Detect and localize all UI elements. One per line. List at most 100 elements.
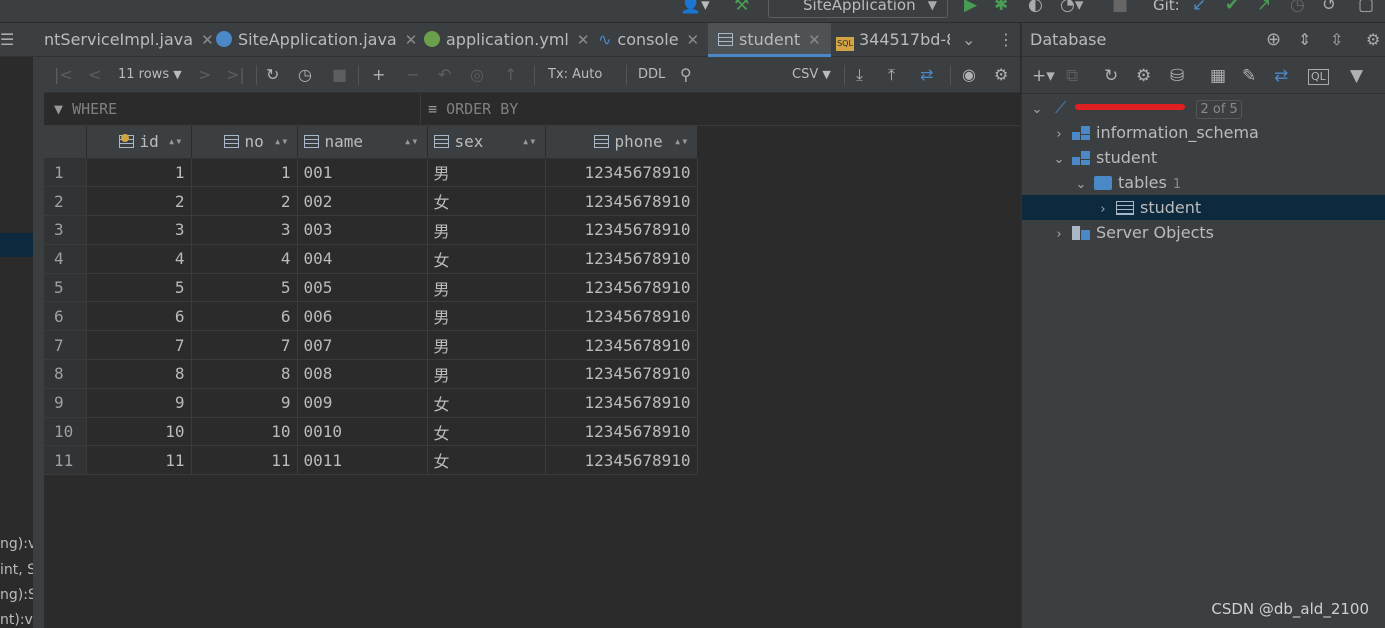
tree-item-server-objects[interactable]: › Server Objects	[1022, 220, 1385, 245]
close-icon[interactable]: ✕	[687, 31, 700, 49]
table-view-icon[interactable]: ▦	[1210, 65, 1226, 87]
submit-icon[interactable]: ↑	[504, 64, 517, 86]
previous-page-icon[interactable]: <	[88, 64, 101, 86]
row-number-cell[interactable]: 6	[44, 301, 87, 332]
tab-sql-file[interactable]: SQL 344517bd-8	[836, 23, 950, 57]
cell-phone[interactable]: 12345678910	[545, 330, 698, 361]
tab-list-icon[interactable]: ☰	[0, 23, 14, 57]
datasource-properties-icon[interactable]: ⚙	[1136, 65, 1151, 87]
cell-name[interactable]: 003	[297, 215, 428, 245]
cell-phone[interactable]: 12345678910	[545, 445, 698, 476]
table-row[interactable]: 8 8 8 008 男 12345678910	[44, 359, 698, 389]
cell-id[interactable]: 11	[86, 445, 192, 476]
cell-sex[interactable]: 男	[427, 273, 546, 303]
column-header-no[interactable]: no ▴▾	[191, 126, 298, 159]
cell-sex[interactable]: 女	[427, 244, 546, 274]
revert-icon[interactable]: ↶	[438, 64, 451, 86]
cell-sex[interactable]: 女	[427, 186, 546, 217]
chevron-down-icon[interactable]: ⌄	[1030, 97, 1044, 122]
cell-id[interactable]: 1	[86, 158, 192, 188]
sort-icon[interactable]: ▴▾	[168, 134, 182, 148]
cell-sex[interactable]: 男	[427, 330, 546, 361]
cell-no[interactable]: 9	[191, 388, 298, 418]
tree-connection[interactable]: ⌄ ⟋ 2 of 5	[1022, 95, 1385, 120]
coverage-icon[interactable]: ◐	[1028, 0, 1043, 16]
preview-changes-icon[interactable]: ◎	[470, 64, 484, 86]
crosshair-icon[interactable]: ⊕	[1266, 23, 1281, 57]
transaction-mode-select[interactable]: Tx: Auto	[548, 64, 602, 86]
row-number-cell[interactable]: 9	[44, 388, 87, 418]
more-tabs-icon[interactable]: ⋮	[998, 23, 1014, 57]
cell-no[interactable]: 11	[191, 445, 298, 476]
column-header-phone[interactable]: phone ▴▾	[545, 126, 698, 159]
sort-icon[interactable]: ▴▾	[522, 134, 536, 148]
cell-id[interactable]: 8	[86, 359, 192, 389]
gear-icon[interactable]: ⚙	[994, 64, 1008, 86]
cell-name[interactable]: 004	[297, 244, 428, 274]
delete-row-icon[interactable]: −	[406, 64, 419, 86]
cell-sex[interactable]: 女	[427, 445, 546, 476]
rollback-icon[interactable]: ↺	[1322, 0, 1336, 16]
table-row[interactable]: 3 3 3 003 男 12345678910	[44, 215, 698, 245]
cell-sex[interactable]: 男	[427, 215, 546, 245]
cell-id[interactable]: 3	[86, 215, 192, 245]
row-number-cell[interactable]: 10	[44, 417, 87, 447]
row-number-cell[interactable]: 3	[44, 215, 87, 245]
add-datasource-icon[interactable]: +▾	[1032, 65, 1055, 87]
tab-site-application[interactable]: SiteApplication.java ✕	[216, 23, 417, 57]
cell-name[interactable]: 0010	[297, 417, 428, 447]
git-update-icon[interactable]: ↙	[1192, 0, 1206, 16]
filter-icon[interactable]: ▼	[1350, 65, 1363, 87]
close-icon[interactable]: ✕	[808, 31, 821, 49]
cell-no[interactable]: 5	[191, 273, 298, 303]
tree-item-information-schema[interactable]: › information_schema	[1022, 120, 1385, 145]
row-number-cell[interactable]: 1	[44, 158, 87, 188]
stop-icon[interactable]: ■	[332, 64, 347, 86]
run-configuration-select[interactable]: SiteApplication ▼	[768, 0, 948, 18]
cell-name[interactable]: 002	[297, 186, 428, 217]
cell-sex[interactable]: 男	[427, 158, 546, 188]
history-icon[interactable]: ◷	[298, 64, 312, 86]
cell-name[interactable]: 001	[297, 158, 428, 188]
cell-name[interactable]: 008	[297, 359, 428, 389]
chevron-right-icon[interactable]: ›	[1052, 222, 1066, 247]
tree-item-student-schema[interactable]: ⌄ student	[1022, 145, 1385, 170]
last-page-icon[interactable]: >|	[226, 64, 245, 86]
search-icon[interactable]: ⚲	[680, 64, 692, 86]
row-number-cell[interactable]: 5	[44, 273, 87, 303]
ddl-button[interactable]: DDL	[638, 64, 665, 86]
cell-phone[interactable]: 12345678910	[545, 244, 698, 274]
more-icon[interactable]: ▢	[1358, 0, 1374, 16]
column-header-id[interactable]: id ▴▾	[86, 126, 192, 159]
compare-icon[interactable]: ⇄	[1274, 65, 1288, 87]
sort-icon[interactable]: ▴▾	[274, 134, 288, 148]
cell-phone[interactable]: 12345678910	[545, 301, 698, 332]
cell-no[interactable]: 8	[191, 359, 298, 389]
table-row[interactable]: 5 5 5 005 男 12345678910	[44, 273, 698, 303]
cell-name[interactable]: 005	[297, 273, 428, 303]
cell-phone[interactable]: 12345678910	[545, 158, 698, 188]
cell-no[interactable]: 6	[191, 301, 298, 332]
stop-icon[interactable]: ■	[1112, 0, 1128, 16]
cell-id[interactable]: 2	[86, 186, 192, 217]
rows-count-select[interactable]: 11 rows ▼	[118, 64, 182, 86]
cell-phone[interactable]: 12345678910	[545, 215, 698, 245]
row-number-cell[interactable]: 8	[44, 359, 87, 389]
table-row[interactable]: 10 10 10 0010 女 12345678910	[44, 417, 698, 447]
sort-icon[interactable]: ▴▾	[404, 134, 418, 148]
cell-no[interactable]: 1	[191, 158, 298, 188]
refresh-icon[interactable]: ↻	[1104, 65, 1118, 87]
build-hammer-icon[interactable]: ⚒	[734, 0, 749, 16]
cell-id[interactable]: 9	[86, 388, 192, 418]
cell-phone[interactable]: 12345678910	[545, 417, 698, 447]
cell-name[interactable]: 007	[297, 330, 428, 361]
expand-all-icon[interactable]: ⇕	[1298, 23, 1311, 57]
tab-service-impl[interactable]: ntServiceImpl.java ✕	[44, 23, 214, 57]
cell-name[interactable]: 006	[297, 301, 428, 332]
cell-phone[interactable]: 12345678910	[545, 273, 698, 303]
editor-scrollbar[interactable]	[33, 57, 44, 628]
cell-no[interactable]: 3	[191, 215, 298, 245]
cell-sex[interactable]: 男	[427, 301, 546, 332]
cell-no[interactable]: 2	[191, 186, 298, 217]
cell-no[interactable]: 7	[191, 330, 298, 361]
